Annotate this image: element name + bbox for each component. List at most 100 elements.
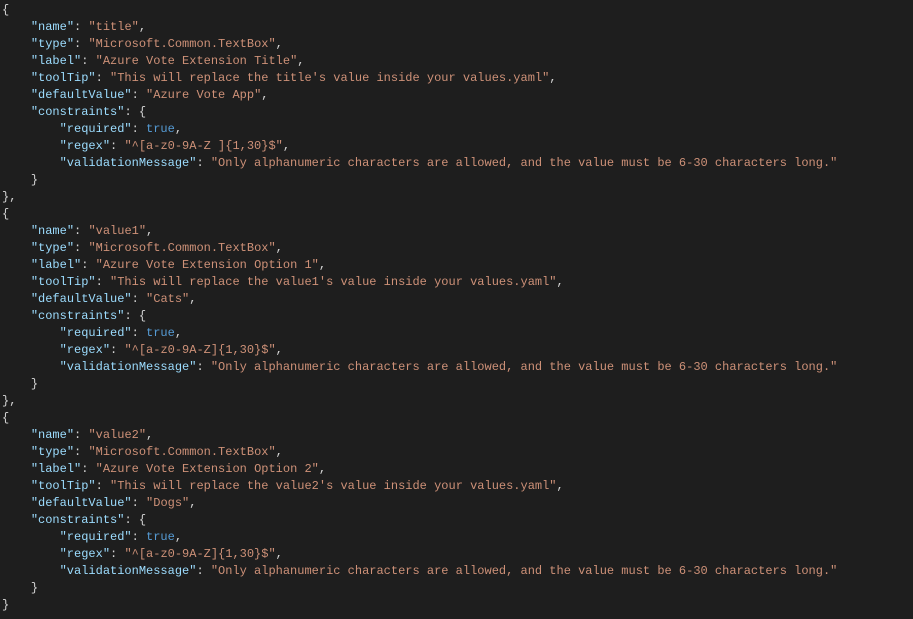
validationmessage-value: "Only alphanumeric characters are allowe… xyxy=(211,564,838,578)
json-boolean: true xyxy=(146,530,175,544)
punct: : xyxy=(132,496,146,510)
json-key: "name" xyxy=(31,428,74,442)
punct: : xyxy=(96,71,110,85)
tooltip-value: "This will replace the value2's value in… xyxy=(110,479,556,493)
label-value: "Azure Vote Extension Option 1" xyxy=(96,258,319,272)
punct: , xyxy=(175,122,182,136)
json-key: "defaultValue" xyxy=(31,88,132,102)
punct: : xyxy=(81,54,95,68)
punct: : xyxy=(74,241,88,255)
punct: , xyxy=(189,292,196,306)
code-editor[interactable]: { "name": "title", "type": "Microsoft.Co… xyxy=(0,0,913,614)
punct: , xyxy=(276,445,283,459)
punct: : xyxy=(110,343,124,357)
regex-value: "^[a-z0-9A-Z]{1,30}$" xyxy=(124,547,275,561)
punct: , xyxy=(276,343,283,357)
punct: , xyxy=(146,224,153,238)
defaultvalue-value: "Dogs" xyxy=(146,496,189,510)
label-value: "Azure Vote Extension Option 2" xyxy=(96,462,319,476)
json-boolean: true xyxy=(146,122,175,136)
punct: : xyxy=(96,479,110,493)
type-value: "Microsoft.Common.TextBox" xyxy=(88,241,275,255)
punct: : xyxy=(132,88,146,102)
brace-open: { xyxy=(2,207,9,221)
json-key: "name" xyxy=(31,224,74,238)
brace-open: { xyxy=(139,309,146,323)
brace-open: { xyxy=(2,3,9,17)
brace-close: } xyxy=(31,173,38,187)
json-key: "toolTip" xyxy=(31,275,96,289)
punct: : xyxy=(196,360,210,374)
json-key: "constraints" xyxy=(31,105,125,119)
punct: , xyxy=(549,71,556,85)
punct: : xyxy=(96,275,110,289)
json-key: "validationMessage" xyxy=(60,564,197,578)
json-key: "regex" xyxy=(60,343,110,357)
json-key: "regex" xyxy=(60,139,110,153)
json-key: "required" xyxy=(60,122,132,136)
json-key: "defaultValue" xyxy=(31,292,132,306)
punct: : xyxy=(132,530,146,544)
defaultvalue-value: "Cats" xyxy=(146,292,189,306)
tooltip-value: "This will replace the title's value ins… xyxy=(110,71,549,85)
brace-open: { xyxy=(139,513,146,527)
punct: , xyxy=(297,54,304,68)
punct: , xyxy=(557,275,564,289)
punct: : xyxy=(196,156,210,170)
json-key: "required" xyxy=(60,326,132,340)
punct: : xyxy=(74,20,88,34)
json-key: "label" xyxy=(31,462,81,476)
name-value: "value1" xyxy=(88,224,146,238)
brace-close: } xyxy=(2,598,9,612)
punct: , xyxy=(283,139,290,153)
type-value: "Microsoft.Common.TextBox" xyxy=(88,445,275,459)
punct: : xyxy=(81,462,95,476)
json-boolean: true xyxy=(146,326,175,340)
punct: , xyxy=(9,190,16,204)
punct: : xyxy=(74,37,88,51)
json-key: "defaultValue" xyxy=(31,496,132,510)
validationmessage-value: "Only alphanumeric characters are allowe… xyxy=(211,156,838,170)
tooltip-value: "This will replace the value1's value in… xyxy=(110,275,556,289)
punct: : xyxy=(132,326,146,340)
json-key: "toolTip" xyxy=(31,479,96,493)
punct: , xyxy=(319,258,326,272)
punct: : xyxy=(110,139,124,153)
json-key: "type" xyxy=(31,445,74,459)
punct: , xyxy=(261,88,268,102)
name-value: "title" xyxy=(88,20,138,34)
punct: , xyxy=(175,530,182,544)
json-key: "regex" xyxy=(60,547,110,561)
regex-value: "^[a-z0-9A-Z ]{1,30}$" xyxy=(124,139,282,153)
defaultvalue-value: "Azure Vote App" xyxy=(146,88,261,102)
punct: : xyxy=(74,224,88,238)
punct: , xyxy=(276,37,283,51)
punct: : xyxy=(124,105,138,119)
punct: : xyxy=(74,445,88,459)
punct: : xyxy=(196,564,210,578)
punct: : xyxy=(81,258,95,272)
punct: : xyxy=(124,309,138,323)
brace-close: } xyxy=(31,377,38,391)
json-key: "validationMessage" xyxy=(60,156,197,170)
json-key: "type" xyxy=(31,37,74,51)
label-value: "Azure Vote Extension Title" xyxy=(96,54,298,68)
punct: : xyxy=(110,547,124,561)
json-key: "constraints" xyxy=(31,513,125,527)
json-key: "validationMessage" xyxy=(60,360,197,374)
name-value: "value2" xyxy=(88,428,146,442)
json-key: "constraints" xyxy=(31,309,125,323)
punct: : xyxy=(124,513,138,527)
json-key: "label" xyxy=(31,54,81,68)
punct: , xyxy=(9,394,16,408)
punct: , xyxy=(276,547,283,561)
punct: , xyxy=(276,241,283,255)
brace-open: { xyxy=(2,411,9,425)
punct: , xyxy=(319,462,326,476)
regex-value: "^[a-z0-9A-Z]{1,30}$" xyxy=(124,343,275,357)
punct: , xyxy=(557,479,564,493)
punct: : xyxy=(74,428,88,442)
punct: , xyxy=(189,496,196,510)
type-value: "Microsoft.Common.TextBox" xyxy=(88,37,275,51)
punct: : xyxy=(132,292,146,306)
